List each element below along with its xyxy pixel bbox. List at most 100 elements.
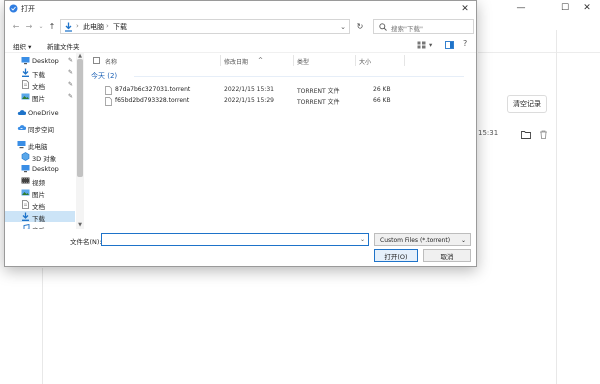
3d-objects-icon [21, 152, 30, 161]
nav-pane-scroll-thumb[interactable] [77, 59, 83, 177]
file-size: 26 KB [373, 86, 391, 93]
search-icon [379, 23, 387, 31]
organize-menu[interactable]: 组织 ▾ [13, 41, 31, 51]
column-divider[interactable] [404, 55, 405, 66]
nav-item-this-pc[interactable]: 此电脑 [5, 139, 75, 151]
file-type-value: Custom Files (*.torrent) [380, 237, 451, 244]
video-icon [21, 177, 30, 184]
preview-pane-icon[interactable] [445, 41, 454, 49]
open-folder-icon[interactable] [521, 130, 531, 139]
open-button[interactable]: 打开(O) [374, 249, 418, 262]
nav-item-label: 文档 [32, 203, 45, 211]
open-file-dialog: 打开 ✕ ← → ⌄ ↑ › 此电脑 › 下载 ⌄ ↻ 搜索"下载" 组织 ▾ … [4, 0, 477, 267]
column-header-size[interactable]: 大小 [359, 57, 371, 66]
sync-space-icon [17, 125, 26, 130]
header-divider [478, 52, 600, 53]
help-icon[interactable]: ? [463, 39, 467, 48]
search-box[interactable]: 搜索"下载" [373, 19, 474, 34]
nav-item-label: OneDrive [28, 109, 59, 117]
file-size: 66 KB [373, 97, 391, 104]
file-type-chevron-icon: ⌄ [460, 237, 466, 244]
address-dropdown-chevron-icon[interactable]: ⌄ [340, 23, 346, 31]
panel-divider [556, 30, 557, 384]
nav-item-label: 音乐 [32, 225, 45, 229]
nav-item-pictures-pinned[interactable]: 图片 ✎ [5, 91, 75, 103]
back-arrow-icon[interactable]: ← [10, 20, 22, 32]
view-options-chevron-icon[interactable]: ▾ [429, 41, 432, 49]
nav-item-downloads[interactable]: 下载 [5, 211, 75, 223]
refresh-icon[interactable]: ↻ [353, 19, 367, 34]
file-date: 2022/1/15 15:29 [224, 97, 274, 104]
desktop-icon [21, 165, 30, 173]
nav-item-3d-objects[interactable]: 3D 对象 [5, 151, 75, 163]
nav-item-music[interactable]: 音乐 [5, 223, 75, 229]
file-icon [105, 86, 112, 95]
new-folder-button[interactable]: 新建文件夹 [47, 41, 80, 51]
cancel-button[interactable]: 取消 [423, 249, 471, 262]
file-row[interactable]: 87da7b6c327031.torrent 2022/1/15 15:31 T… [88, 85, 428, 95]
file-icon [105, 97, 112, 106]
column-divider[interactable] [220, 55, 221, 66]
forward-arrow-icon[interactable]: → [23, 20, 35, 32]
column-divider[interactable] [293, 55, 294, 66]
select-all-checkbox[interactable] [93, 57, 100, 64]
navigation-bar: ← → ⌄ ↑ › 此电脑 › 下载 ⌄ ↻ 搜索"下载" [5, 16, 476, 36]
clear-history-button[interactable]: 清空记录 [507, 95, 547, 113]
group-header-today[interactable]: 今天 (2) [91, 71, 117, 81]
nav-item-label: 此电脑 [28, 143, 48, 151]
view-options-icon[interactable] [417, 41, 426, 49]
breadcrumb-downloads[interactable]: 下载 [113, 22, 127, 32]
file-type: TORRENT 文件 [297, 99, 340, 106]
download-icon [22, 212, 29, 221]
nav-item-pictures[interactable]: 图片 [5, 187, 75, 199]
nav-item-label: 3D 对象 [32, 155, 57, 163]
trash-icon[interactable] [539, 130, 548, 139]
sort-caret-icon: ^ [258, 57, 264, 64]
group-divider [134, 76, 464, 77]
navigation-pane: Desktop ✎ 下载 ✎ 文档 ✎ 图片 ✎ OneDrive 同步空间 此… [5, 53, 85, 229]
computer-icon [17, 141, 26, 149]
column-header-type[interactable]: 类型 [297, 57, 309, 66]
address-bar[interactable]: › 此电脑 › 下载 ⌄ [60, 19, 350, 34]
dialog-title: 打开 [21, 5, 35, 13]
nav-item-sync-space[interactable]: 同步空间 [5, 122, 75, 134]
download-icon [65, 22, 72, 32]
breadcrumb-separator: › [106, 22, 109, 30]
filename-input[interactable]: ⌄ [101, 233, 369, 246]
scroll-down-arrow-icon[interactable]: ▼ [76, 222, 84, 228]
nav-item-documents[interactable]: 文档 [5, 199, 75, 211]
breadcrumb-this-pc[interactable]: 此电脑 [83, 22, 104, 32]
nav-item-onedrive[interactable]: OneDrive [5, 107, 75, 118]
nav-item-label: 同步空间 [28, 126, 54, 134]
up-arrow-icon[interactable]: ↑ [46, 20, 58, 32]
minimize-button[interactable]: — [508, 0, 534, 16]
nav-item-desktop-pinned[interactable]: Desktop ✎ [5, 55, 75, 66]
nav-item-videos[interactable]: 视频 [5, 175, 75, 187]
nav-item-desktop[interactable]: Desktop [5, 163, 75, 174]
breadcrumb-separator: › [76, 22, 79, 30]
nav-item-label: Desktop [32, 57, 59, 65]
nav-item-documents-pinned[interactable]: 文档 ✎ [5, 79, 75, 91]
file-name: f65bd2bd793328.torrent [115, 97, 190, 104]
column-header-name[interactable]: 名称 [105, 57, 117, 66]
nav-item-downloads-pinned[interactable]: 下载 ✎ [5, 67, 75, 79]
file-type: TORRENT 文件 [297, 88, 340, 95]
file-row[interactable]: f65bd2bd793328.torrent 2022/1/15 15:29 T… [88, 96, 428, 106]
pin-icon: ✎ [68, 93, 74, 100]
command-bar: 组织 ▾ 新建文件夹 ▾ ? [5, 38, 476, 53]
dialog-close-button[interactable]: ✕ [458, 2, 472, 15]
document-icon [22, 200, 29, 209]
column-header-row: 名称 ^ 修改日期 类型 大小 [88, 53, 476, 67]
dialog-titlebar[interactable]: 打开 ✕ [5, 1, 476, 16]
column-header-date[interactable]: 修改日期 [224, 57, 248, 66]
column-divider[interactable] [355, 55, 356, 66]
sidebar-divider [42, 268, 43, 384]
file-name: 87da7b6c327031.torrent [115, 86, 191, 93]
close-button[interactable]: ✕ [574, 0, 600, 16]
file-type-select[interactable]: Custom Files (*.torrent) ⌄ [374, 233, 471, 246]
picture-icon [21, 93, 30, 100]
nav-item-label: 视频 [32, 179, 45, 187]
pin-icon: ✎ [68, 69, 74, 76]
filename-dropdown-chevron-icon[interactable]: ⌄ [360, 236, 365, 243]
nav-item-label: 下载 [32, 215, 45, 223]
